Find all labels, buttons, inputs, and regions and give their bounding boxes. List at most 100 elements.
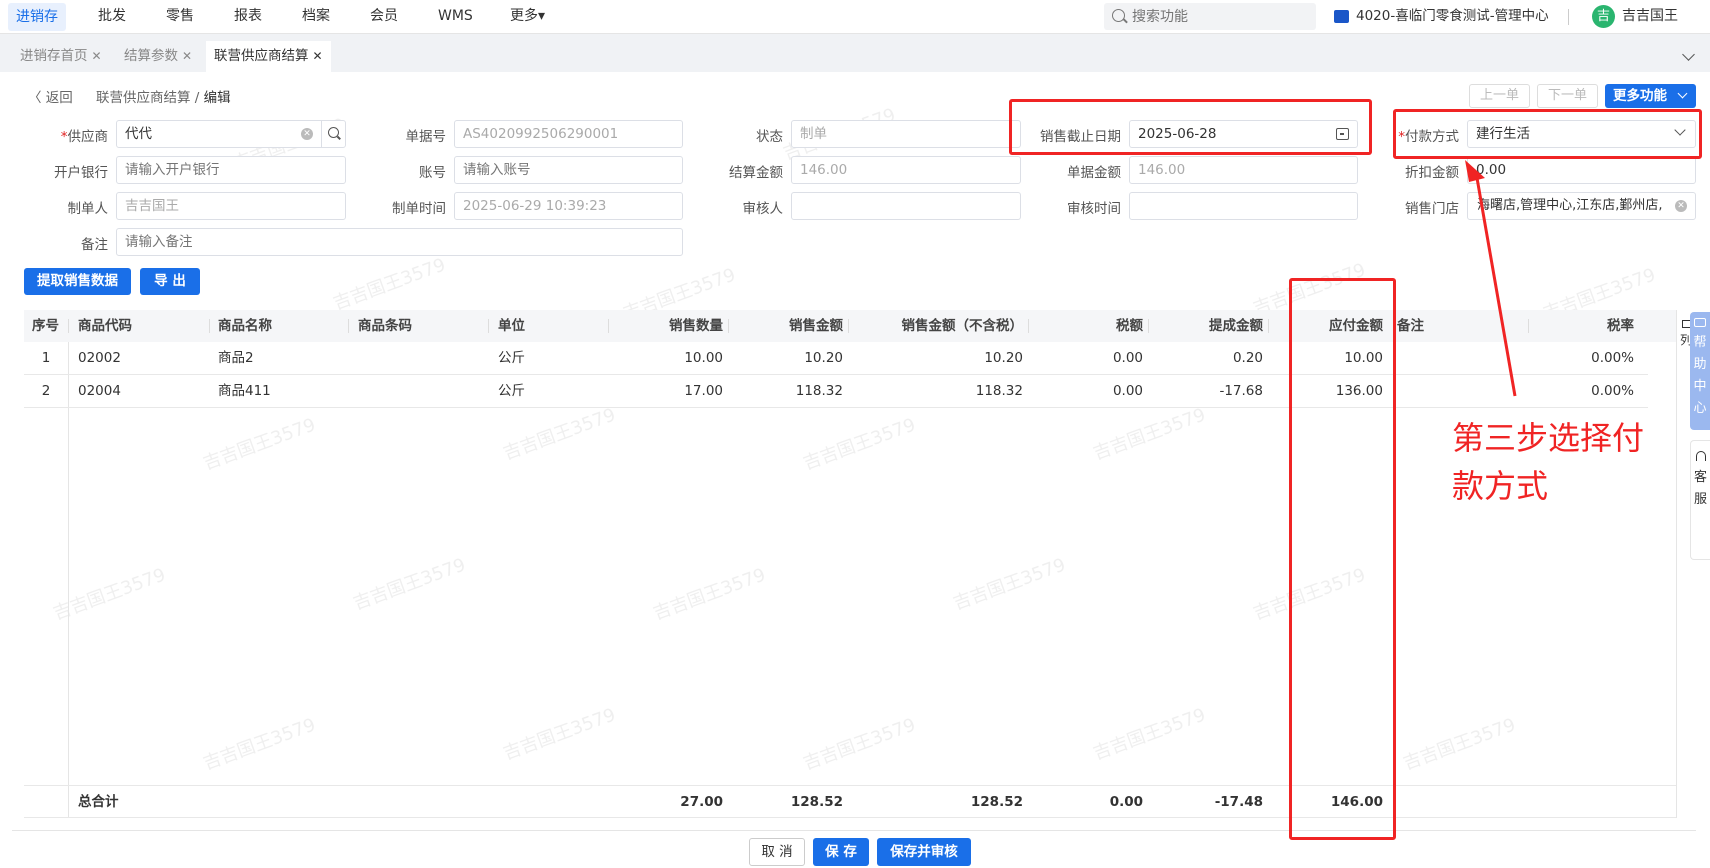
menu-members[interactable]: 会员: [362, 0, 406, 34]
column-header[interactable]: 单位: [498, 310, 525, 342]
doc-no-label: 单据号: [405, 129, 447, 145]
discount-input[interactable]: 0.00: [1467, 156, 1696, 184]
stores-select[interactable]: 海曙店,管理中心,江东店,鄞州店,: [1467, 192, 1696, 220]
more-functions-button[interactable]: 更多功能: [1605, 84, 1696, 108]
breadcrumb: 联营供应商结算 / 编辑: [96, 86, 231, 106]
close-icon[interactable]: ✕: [92, 49, 102, 63]
cell-commission: -17.68: [1219, 383, 1263, 399]
column-header[interactable]: 备注: [1397, 310, 1424, 342]
menu-more[interactable]: 更多▾: [502, 0, 553, 34]
account-input[interactable]: [454, 156, 683, 184]
tab-joint-supplier-settle[interactable]: 联营供应商结算 ✕: [206, 41, 331, 72]
stores-label: 销售门店: [1405, 201, 1459, 217]
watermark: 吉吉国王3579: [500, 704, 619, 765]
cancel-button[interactable]: 取 消: [749, 838, 805, 866]
remark-input[interactable]: [116, 228, 683, 256]
customer-service-button[interactable]: 客 服: [1690, 440, 1710, 560]
menu-archives[interactable]: 档案: [294, 0, 338, 34]
status-label: 状态: [756, 129, 783, 145]
cell-unit: 公斤: [498, 350, 525, 366]
help-char: 帮: [1693, 335, 1707, 350]
chevron-down-icon[interactable]: [1682, 48, 1695, 61]
supplier-search-button[interactable]: [321, 120, 345, 148]
column-header[interactable]: 税率: [1528, 310, 1634, 342]
clear-icon[interactable]: ✕: [1675, 200, 1687, 212]
column-header[interactable]: 商品代码: [78, 310, 132, 342]
cell-qty: 10.00: [684, 350, 723, 366]
menu-jinxiaocun[interactable]: 进销存: [8, 3, 66, 31]
tab-label: 进销存首页: [20, 48, 88, 64]
username[interactable]: 吉吉国王: [1622, 0, 1678, 32]
highlight-box-pay-method: [1393, 109, 1702, 159]
column-header[interactable]: 商品名称: [218, 310, 272, 342]
chat-icon: [1694, 318, 1706, 327]
column-header[interactable]: 提成金额: [1148, 310, 1263, 342]
fetch-sales-data-button[interactable]: 提取销售数据: [24, 268, 131, 295]
column-header[interactable]: 销售金额（不含税）: [848, 310, 1024, 342]
account-label: 账号: [419, 165, 446, 181]
supplier-label: *供应商: [60, 129, 108, 145]
top-navigation: 进销存 批发 零售 报表 档案 会员 WMS 更多▾ 4020-喜临门零食测试-…: [0, 0, 1710, 34]
export-button[interactable]: 导 出: [140, 268, 200, 295]
total-tax: 0.00: [1109, 794, 1143, 810]
discount-label: 折扣金额: [1405, 165, 1459, 181]
menu-retail[interactable]: 零售: [158, 0, 202, 34]
cell-code: 02002: [78, 350, 121, 366]
column-header[interactable]: 税额: [1028, 310, 1143, 342]
cell-code: 02004: [78, 383, 121, 399]
bank-input[interactable]: [116, 156, 346, 184]
help-center-button[interactable]: 帮 助 中 心: [1690, 312, 1710, 430]
watermark: 吉吉国王3579: [1400, 714, 1519, 775]
grid-header: 序号 商品代码 商品名称 商品条码 单位 销售数量 销售金额 销售金额（不含税）…: [24, 310, 1676, 342]
watermark: 吉吉国王3579: [350, 554, 469, 615]
auditor-field: [791, 192, 1021, 220]
column-header[interactable]: 销售数量: [608, 310, 723, 342]
watermark: 吉吉国王3579: [650, 564, 769, 625]
menu-wholesale[interactable]: 批发: [90, 0, 134, 34]
prev-button[interactable]: 上一单: [1469, 84, 1530, 108]
column-header[interactable]: 商品条码: [358, 310, 412, 342]
avatar[interactable]: 吉: [1592, 5, 1615, 28]
table-row[interactable]: 2 02004 商品411 公斤 17.00 118.32 118.32 0.0…: [24, 375, 1648, 408]
remark-label: 备注: [81, 237, 108, 253]
divider: [1676, 310, 1677, 818]
close-icon[interactable]: ✕: [313, 49, 323, 63]
column-header[interactable]: 销售金额: [728, 310, 843, 342]
breadcrumb-parent[interactable]: 联营供应商结算: [96, 90, 191, 106]
back-link[interactable]: 〈 返回: [28, 86, 73, 106]
close-icon[interactable]: ✕: [182, 49, 192, 63]
total-label: 总合计: [78, 794, 119, 810]
org-selector[interactable]: 4020-喜临门零食测试-管理中心: [1356, 0, 1549, 32]
cell-qty: 17.00: [684, 383, 723, 399]
tab-label: 结算参数: [124, 48, 178, 64]
function-search-input[interactable]: [1132, 3, 1312, 30]
highlight-box-sale-date: [1009, 99, 1372, 155]
column-header[interactable]: 序号: [32, 310, 59, 342]
tab-settle-params[interactable]: 结算参数 ✕: [116, 41, 200, 72]
watermark: 吉吉国王3579: [200, 714, 319, 775]
table-row[interactable]: 1 02002 商品2 公斤 10.00 10.20 10.20 0.00 0.…: [24, 342, 1648, 375]
function-search[interactable]: [1104, 3, 1316, 30]
clear-icon[interactable]: ✕: [301, 128, 313, 140]
menu-reports[interactable]: 报表: [226, 0, 270, 34]
next-button[interactable]: 下一单: [1537, 84, 1598, 108]
save-button[interactable]: 保 存: [813, 838, 869, 866]
breadcrumb-separator: /: [194, 90, 200, 106]
doc-amount-field: 146.00: [1129, 156, 1358, 184]
cell-amount: 118.32: [795, 383, 843, 399]
service-char: 客: [1693, 470, 1707, 485]
divider: [488, 319, 489, 333]
watermark: 吉吉国王3579: [1090, 704, 1209, 765]
headset-icon: [1696, 451, 1706, 461]
total-qty: 27.00: [680, 794, 723, 810]
watermark: 吉吉国王3579: [330, 254, 449, 315]
tab-home[interactable]: 进销存首页 ✕: [12, 41, 110, 72]
building-icon: [1334, 10, 1349, 23]
breadcrumb-current: 编辑: [203, 90, 231, 106]
save-and-audit-button[interactable]: 保存并审核: [877, 838, 971, 866]
maker-label: 制单人: [67, 201, 109, 217]
menu-wms[interactable]: WMS: [430, 0, 481, 34]
highlight-box-payable-column: [1289, 278, 1396, 840]
watermark: 吉吉国王3579: [1090, 404, 1209, 465]
watermark: 吉吉国王3579: [950, 554, 1069, 615]
